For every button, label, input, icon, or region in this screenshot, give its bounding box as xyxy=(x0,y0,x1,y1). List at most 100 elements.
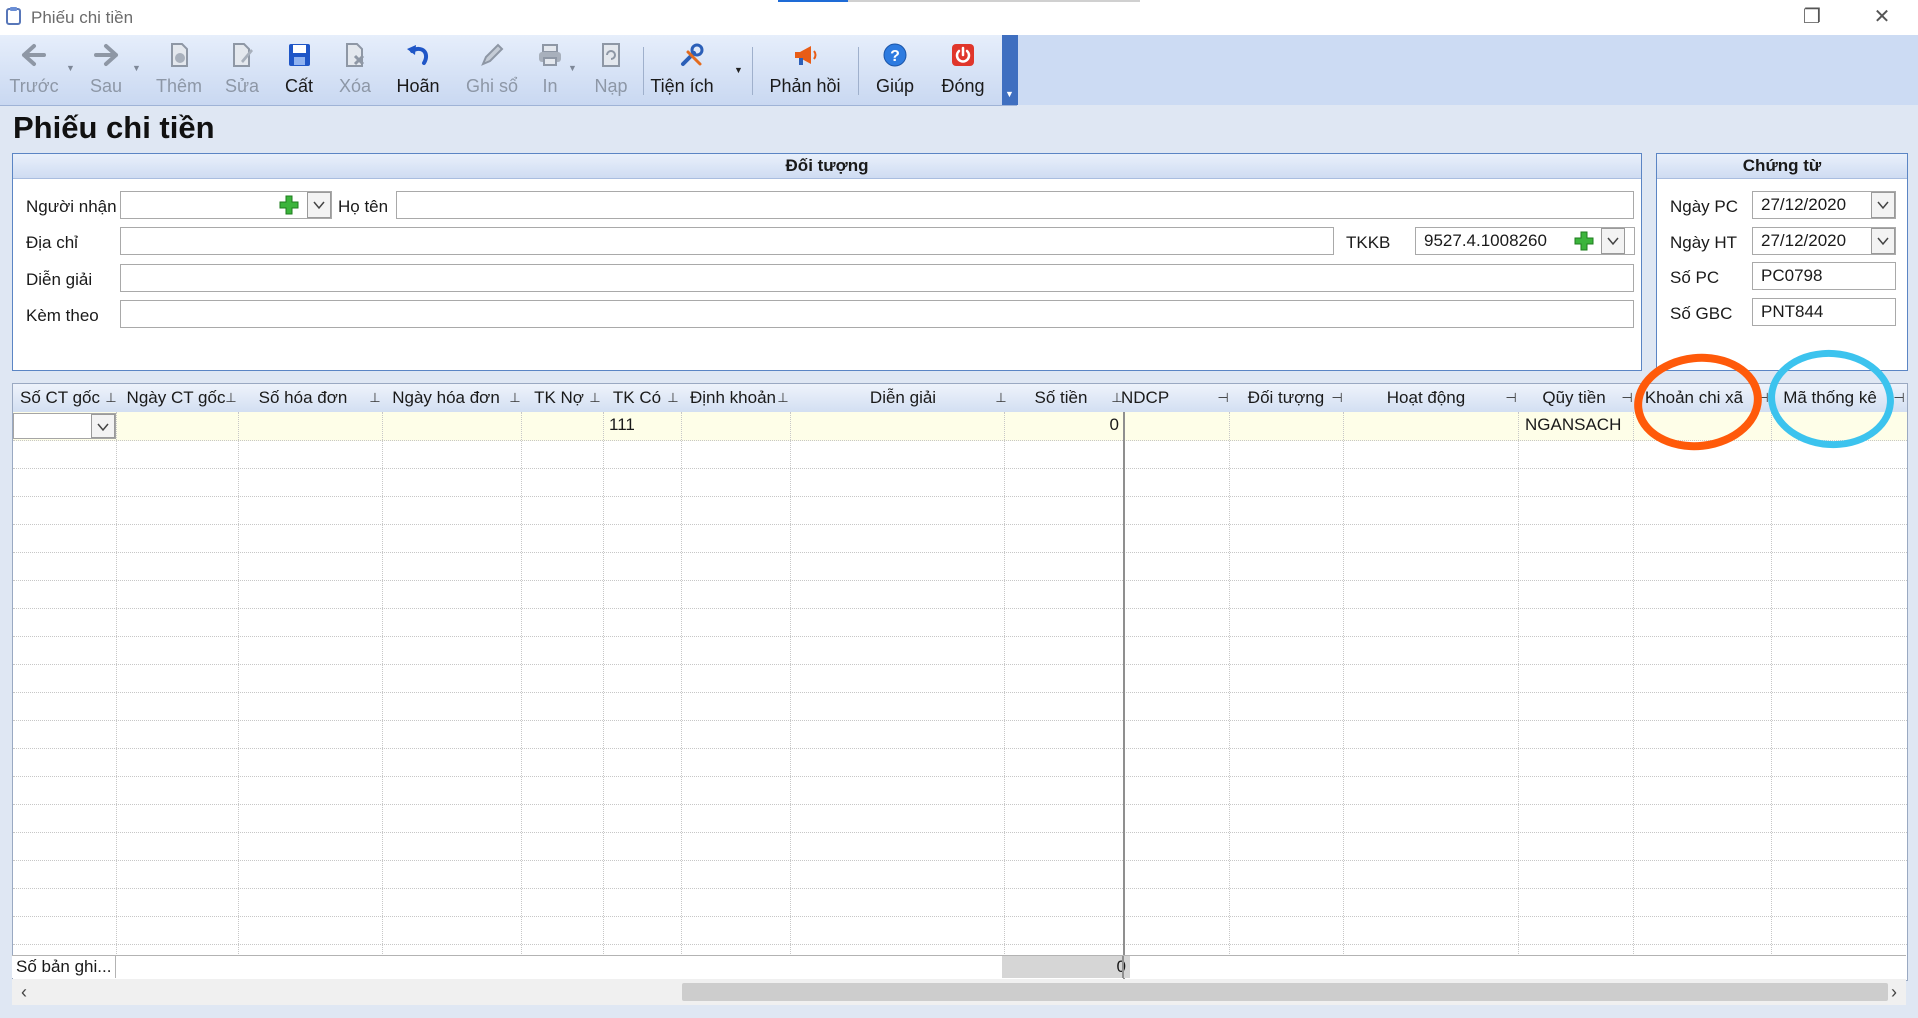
pin-icon[interactable]: ⊥ xyxy=(369,384,381,412)
column-header-ngay-hoa-don[interactable]: Ngày hóa đơn xyxy=(383,384,509,412)
close-form-button[interactable]: Đóng xyxy=(932,35,994,105)
table-row[interactable] xyxy=(13,468,1907,497)
column-header-tk-no[interactable]: TK Nợ xyxy=(523,384,595,412)
power-icon xyxy=(952,44,974,66)
add-icon[interactable] xyxy=(277,193,301,217)
chevron-down-icon xyxy=(97,423,109,432)
undo-button[interactable]: Hoãn xyxy=(390,35,446,105)
ngay-pc-dropdown[interactable] xyxy=(1871,192,1895,218)
pin-icon[interactable]: ⊥ xyxy=(225,384,237,412)
table-row[interactable] xyxy=(13,440,1907,469)
table-row[interactable] xyxy=(13,664,1907,693)
footer-divider xyxy=(115,956,116,978)
column-header-ngay-ct-goc[interactable]: Ngày CT gốc xyxy=(117,384,235,412)
dia-chi-input[interactable] xyxy=(120,227,1334,255)
pin-icon[interactable]: ⊥ xyxy=(589,384,601,412)
table-row[interactable] xyxy=(13,636,1907,665)
print-button[interactable]: In ▼ xyxy=(530,35,577,105)
table-row[interactable] xyxy=(13,888,1907,917)
feedback-button[interactable]: Phản hồi xyxy=(764,35,846,105)
table-row[interactable] xyxy=(13,916,1907,945)
help-button[interactable]: ? Giúp xyxy=(868,35,922,105)
pin-icon[interactable]: ⊥ xyxy=(995,384,1007,412)
ngay-pc-label: Ngày PC xyxy=(1670,197,1739,216)
pin-icon[interactable]: ⊣ xyxy=(1893,384,1905,412)
table-row[interactable] xyxy=(13,524,1907,553)
record-count-label: Số bản ghi... xyxy=(16,957,112,976)
pin-icon[interactable]: ⊣ xyxy=(1621,384,1633,412)
toolbar-overflow-button[interactable]: ▼ xyxy=(1002,35,1018,105)
horizontal-scrollbar[interactable]: ‹ › xyxy=(12,979,1906,1005)
add-button[interactable]: Thêm xyxy=(150,35,208,105)
column-header-so-tien[interactable]: Số tiền xyxy=(1011,384,1111,412)
pin-icon[interactable]: ⊥ xyxy=(509,384,521,412)
table-row[interactable] xyxy=(13,580,1907,609)
grid-footer: Số bản ghi... 0 xyxy=(12,955,1906,978)
column-header-doi-tuong[interactable]: Đối tượng xyxy=(1231,384,1341,412)
cell-tk-co[interactable]: 111 xyxy=(609,412,635,440)
previous-button[interactable]: Trước ▼ xyxy=(4,35,75,105)
table-row[interactable] xyxy=(13,860,1907,889)
column-divider xyxy=(1771,412,1772,980)
table-row[interactable] xyxy=(13,692,1907,721)
dia-chi-label: Địa chỉ xyxy=(26,233,78,252)
minimize-button[interactable] xyxy=(1722,4,1762,30)
so-pc-input[interactable]: PC0798 xyxy=(1752,262,1896,290)
scroll-left-icon[interactable]: ‹ xyxy=(12,979,36,1005)
column-divider xyxy=(681,412,682,980)
grid-header: Số CT gốc ⊥ Ngày CT gốc ⊥ Số hóa đơn ⊥ N… xyxy=(13,384,1907,413)
reload-button[interactable]: Nạp xyxy=(584,35,638,105)
cell-so-tien[interactable]: 0 xyxy=(1013,412,1119,440)
pin-icon[interactable]: ⊥ xyxy=(667,384,679,412)
next-button[interactable]: Sau ▼ xyxy=(76,35,141,105)
scrollbar-thumb[interactable] xyxy=(682,983,1888,1001)
nguoi-nhan-dropdown[interactable] xyxy=(307,192,331,218)
dien-giai-input[interactable] xyxy=(120,264,1634,292)
pin-icon[interactable]: ⊣ xyxy=(1331,384,1343,412)
table-row[interactable] xyxy=(13,832,1907,861)
column-header-so-ct-goc[interactable]: Số CT gốc xyxy=(15,384,105,412)
table-row[interactable]: 111 0 NGANSACH xyxy=(13,412,1907,441)
column-header-ndcp[interactable]: NDCP xyxy=(1121,384,1201,412)
post-button[interactable]: Ghi sổ xyxy=(460,35,524,105)
table-row[interactable] xyxy=(13,552,1907,581)
table-row[interactable] xyxy=(13,496,1907,525)
table-row[interactable] xyxy=(13,720,1907,749)
pin-icon[interactable]: ⊣ xyxy=(1217,384,1229,412)
table-row[interactable] xyxy=(13,804,1907,833)
column-divider xyxy=(1633,412,1634,980)
pin-icon[interactable]: ⊥ xyxy=(777,384,789,412)
table-row[interactable] xyxy=(13,748,1907,777)
pin-icon[interactable]: ⊥ xyxy=(105,384,117,412)
delete-button[interactable]: Xóa xyxy=(328,35,382,105)
close-window-button[interactable]: ✕ xyxy=(1862,4,1902,30)
ngay-ht-dropdown[interactable] xyxy=(1871,228,1895,254)
table-row[interactable] xyxy=(13,608,1907,637)
so-gbc-input[interactable]: PNT844 xyxy=(1752,298,1896,326)
so-ct-goc-dropdown[interactable] xyxy=(91,414,115,438)
utilities-button[interactable]: Tiện ích ▼ xyxy=(650,35,743,105)
column-header-hoat-dong[interactable]: Hoạt động xyxy=(1345,384,1507,412)
kem-theo-input[interactable] xyxy=(120,300,1634,328)
chung-tu-header: Chứng từ xyxy=(1657,154,1907,179)
column-header-dien-giai[interactable]: Diễn giải xyxy=(793,384,1013,412)
column-header-tk-co[interactable]: TK Có xyxy=(605,384,669,412)
restore-button[interactable]: ❐ xyxy=(1792,4,1832,30)
tkkb-dropdown[interactable] xyxy=(1601,228,1625,254)
frozen-column-divider xyxy=(1123,412,1125,980)
add-icon[interactable] xyxy=(1572,229,1596,253)
column-header-dinh-khoan[interactable]: Định khoản xyxy=(683,384,783,412)
so-ct-goc-select[interactable] xyxy=(13,413,116,439)
cell-quy-tien[interactable]: NGANSACH xyxy=(1525,412,1621,440)
ho-ten-input[interactable] xyxy=(396,191,1634,219)
toolbar-separator xyxy=(858,47,859,95)
column-header-quy-tien[interactable]: Qũy tiền xyxy=(1519,384,1629,412)
reload-icon xyxy=(602,43,620,67)
save-button[interactable]: Cất xyxy=(274,35,324,105)
pin-icon[interactable]: ⊣ xyxy=(1505,384,1517,412)
scroll-right-icon[interactable]: › xyxy=(1882,979,1906,1005)
edit-button[interactable]: Sửa xyxy=(214,35,270,105)
ho-ten-label: Họ tên xyxy=(338,197,389,216)
table-row[interactable] xyxy=(13,776,1907,805)
column-header-so-hoa-don[interactable]: Số hóa đơn xyxy=(239,384,367,412)
